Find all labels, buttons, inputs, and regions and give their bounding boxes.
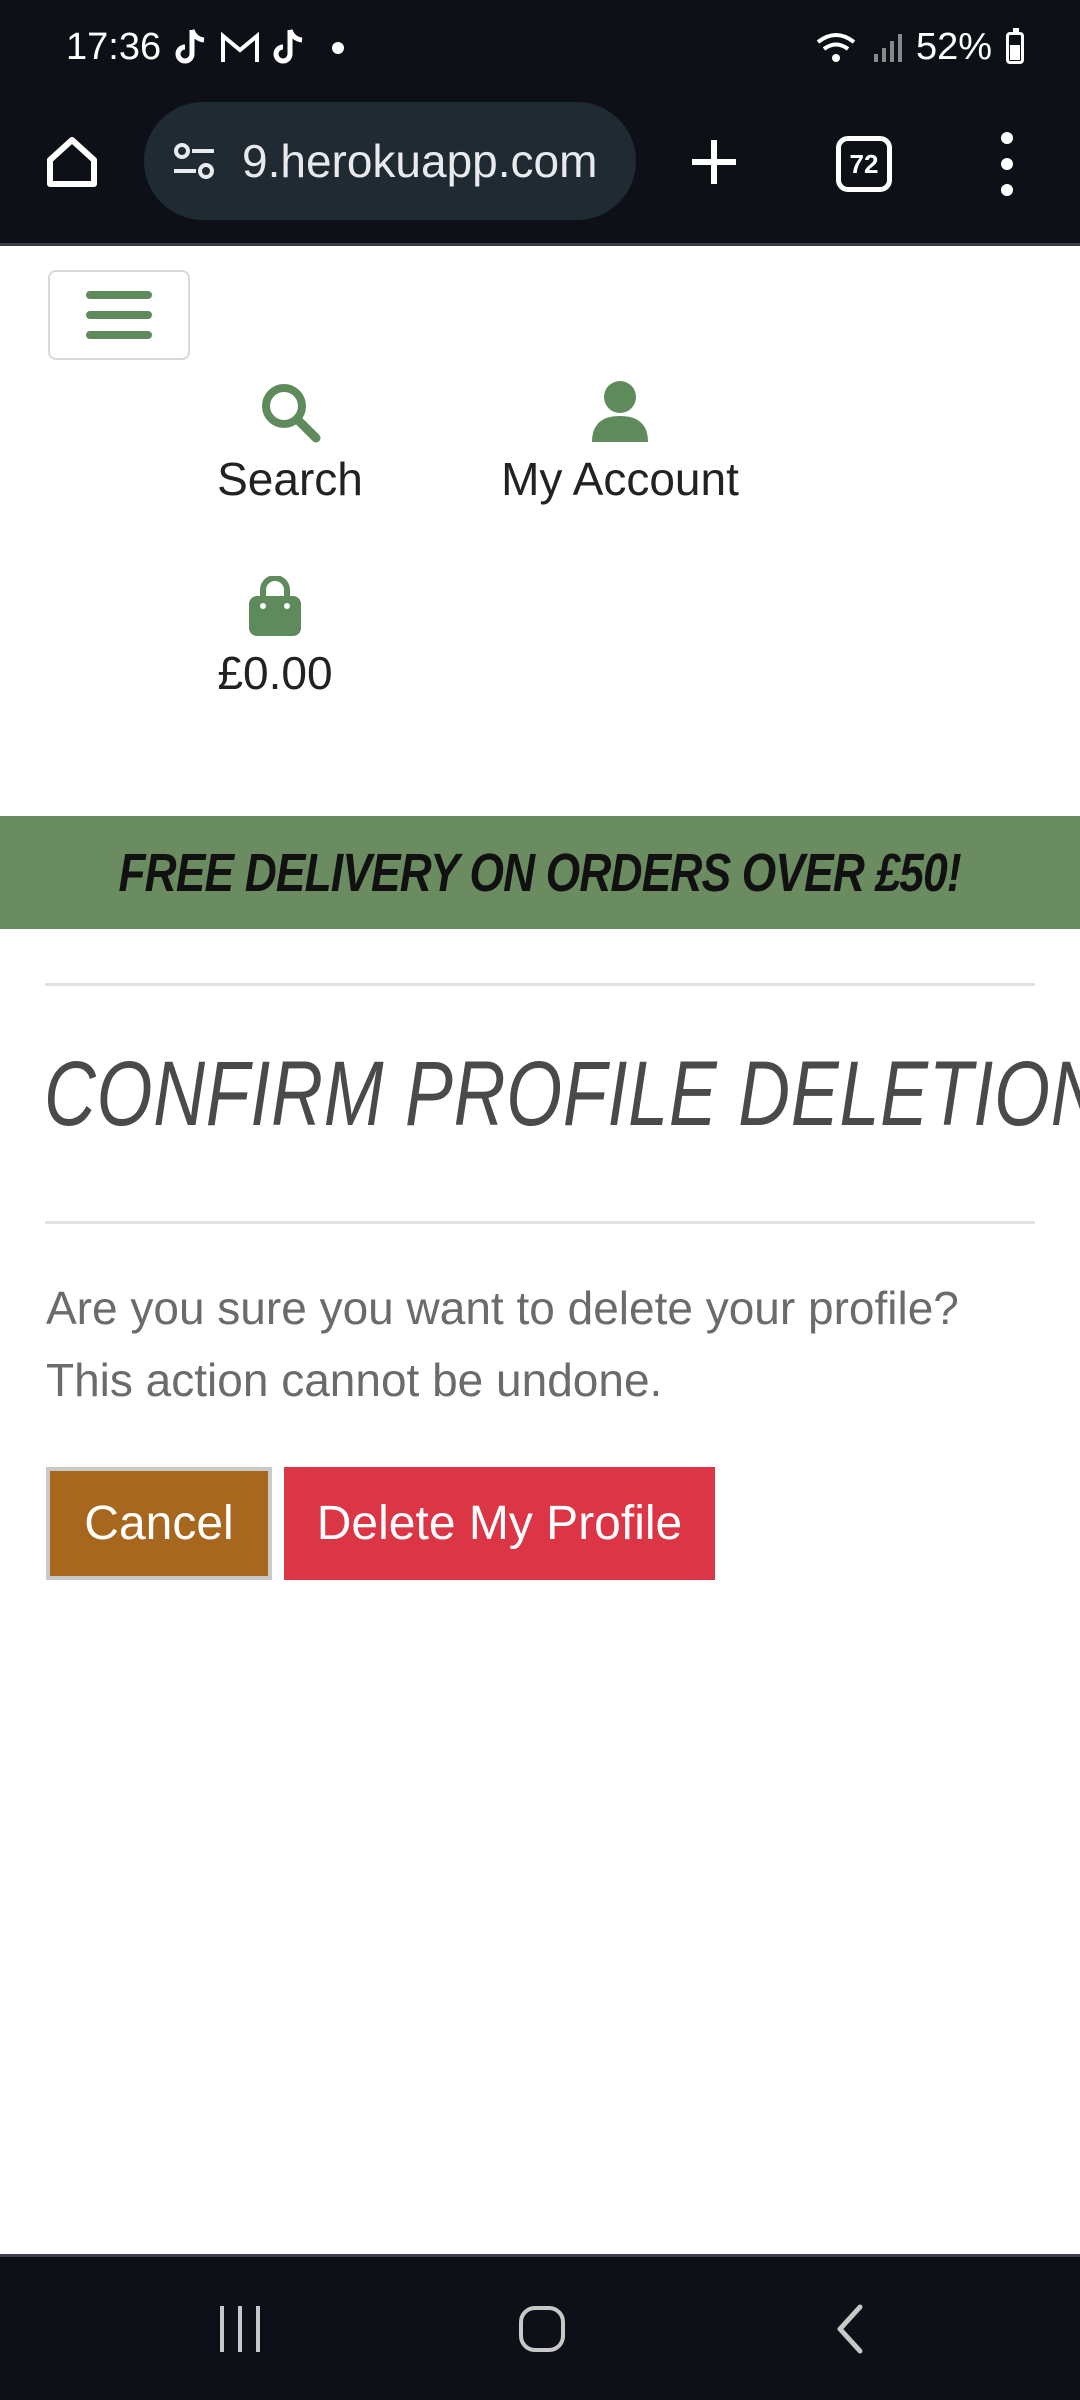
account-label: My Account xyxy=(501,453,739,505)
hamburger-menu-button[interactable] xyxy=(48,270,190,360)
recent-apps-button[interactable] xyxy=(210,2299,270,2359)
battery-percent: 52% xyxy=(915,26,992,68)
status-right: 52% xyxy=(814,26,1024,69)
divider xyxy=(45,1221,1035,1224)
browser-toolbar: 9.herokuapp.com 72 xyxy=(0,100,1080,246)
tab-switcher-button[interactable]: 72 xyxy=(836,136,892,192)
hamburger-line xyxy=(86,331,152,339)
shopping-bag-icon xyxy=(249,576,301,636)
bag-total: £0.00 xyxy=(217,647,333,699)
hamburger-line xyxy=(86,311,152,319)
plus-icon xyxy=(692,140,736,184)
signal-icon xyxy=(873,33,902,62)
confirmation-message: Are you sure you want to delete your pro… xyxy=(46,1272,1036,1416)
divider xyxy=(45,983,1035,986)
nav-search[interactable]: Search xyxy=(200,380,380,506)
recent-bar xyxy=(220,2306,224,2352)
search-icon xyxy=(262,384,321,443)
page-title: CONFIRM PROFILE DELETION xyxy=(44,1043,1080,1145)
menu-dot xyxy=(1001,184,1013,196)
search-label: Search xyxy=(217,453,363,505)
delete-profile-button[interactable]: Delete My Profile xyxy=(284,1467,715,1580)
recent-bar xyxy=(256,2306,260,2352)
menu-dot xyxy=(1001,158,1013,170)
gmail-icon xyxy=(221,32,259,62)
status-time: 17:36 xyxy=(66,26,162,68)
wifi-icon xyxy=(816,32,856,62)
dot-icon xyxy=(332,42,344,54)
battery-icon xyxy=(1006,27,1024,64)
system-home-button[interactable] xyxy=(512,2299,572,2359)
status-bar: 17:36 52% xyxy=(0,0,1080,100)
more-menu-button[interactable] xyxy=(982,132,1032,196)
tiktok-icon xyxy=(273,29,303,64)
home-circle-icon xyxy=(519,2306,565,2352)
url-text: 9.herokuapp.com xyxy=(242,135,598,187)
recent-bar xyxy=(238,2306,242,2352)
nav-shopping-bag[interactable]: £0.00 xyxy=(200,576,350,700)
address-bar[interactable]: 9.herokuapp.com xyxy=(144,102,636,220)
banner-text: FREE DELIVERY ON ORDERS OVER £50! xyxy=(118,842,962,903)
new-tab-button[interactable] xyxy=(680,128,748,196)
hamburger-line xyxy=(86,291,152,299)
menu-dot xyxy=(1001,132,1013,144)
back-icon xyxy=(837,2304,863,2354)
site-settings-icon[interactable] xyxy=(168,135,220,187)
system-nav-bar xyxy=(0,2254,1080,2400)
delivery-banner: FREE DELIVERY ON ORDERS OVER £50! xyxy=(0,816,1080,929)
user-icon xyxy=(592,381,648,442)
home-button[interactable] xyxy=(38,128,106,196)
home-icon xyxy=(47,137,97,187)
cancel-button[interactable]: Cancel xyxy=(46,1467,272,1580)
message-line: This action cannot be undone. xyxy=(46,1354,663,1406)
nav-my-account[interactable]: My Account xyxy=(480,380,760,506)
back-button[interactable] xyxy=(820,2299,880,2359)
notification-icons xyxy=(174,26,344,70)
message-line: Are you sure you want to delete your pro… xyxy=(46,1282,959,1334)
tiktok-icon xyxy=(175,29,205,64)
